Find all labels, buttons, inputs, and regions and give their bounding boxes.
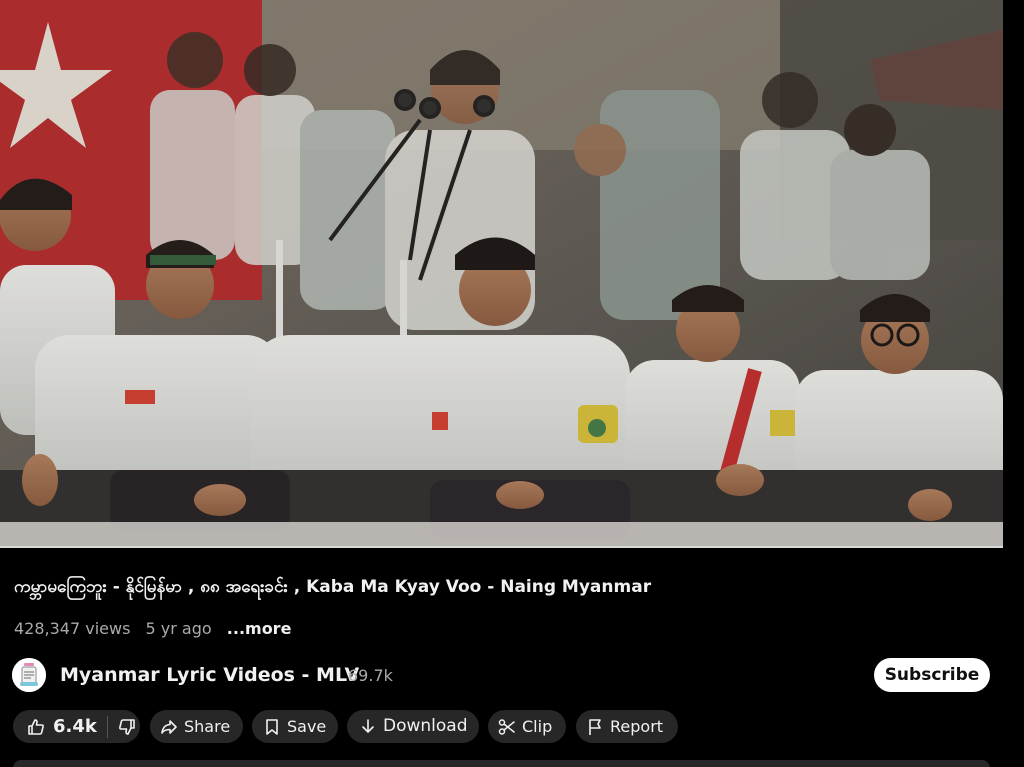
download-button[interactable]: Download bbox=[347, 710, 479, 743]
clip-label: Clip bbox=[522, 717, 553, 736]
channel-name[interactable]: Myanmar Lyric Videos - MLV bbox=[60, 663, 359, 687]
more-link[interactable]: ...more bbox=[227, 619, 292, 638]
like-divider bbox=[106, 715, 108, 738]
video-frame-image bbox=[0, 0, 1003, 546]
video-meta: 428,347 views 5 yr ago ...more bbox=[14, 618, 301, 640]
download-arrow-icon bbox=[359, 718, 377, 736]
channel-avatar[interactable] bbox=[12, 658, 46, 692]
subscriber-count: 69.7k bbox=[348, 666, 393, 685]
share-label: Share bbox=[184, 717, 231, 736]
subscribe-button[interactable]: Subscribe bbox=[874, 658, 990, 692]
video-watch-page: ကမ္ဘာမကြေဘူး - နိုင်မြန်မာ , ၈၈ အရေးခင်း… bbox=[0, 0, 1024, 767]
share-button[interactable]: Share bbox=[150, 710, 243, 743]
thumbs-down-icon[interactable] bbox=[118, 718, 136, 736]
scissors-icon bbox=[498, 718, 516, 736]
bookmark-icon bbox=[263, 718, 281, 736]
share-arrow-icon bbox=[160, 718, 178, 736]
clip-button[interactable]: Clip bbox=[488, 710, 566, 743]
download-label: Download bbox=[383, 716, 468, 736]
video-player[interactable] bbox=[0, 0, 1003, 546]
like-dislike-group: 6.4k bbox=[13, 710, 140, 743]
description-panel-edge[interactable] bbox=[13, 760, 990, 767]
video-progress-track[interactable] bbox=[0, 546, 1003, 548]
upload-age: 5 yr ago bbox=[145, 619, 212, 638]
save-button[interactable]: Save bbox=[252, 710, 338, 743]
video-title: ကမ္ဘာမကြေဘူး - နိုင်မြန်မာ , ၈၈ အရေးခင်း… bbox=[14, 577, 652, 597]
like-count[interactable]: 6.4k bbox=[53, 710, 97, 743]
view-count: 428,347 views bbox=[14, 619, 131, 638]
mlv-logo-icon bbox=[12, 658, 46, 692]
thumbs-up-icon[interactable] bbox=[27, 718, 45, 736]
report-label: Report bbox=[610, 717, 664, 736]
flag-icon bbox=[586, 718, 604, 736]
report-button[interactable]: Report bbox=[576, 710, 678, 743]
page-scrollbar[interactable] bbox=[1003, 0, 1024, 767]
save-label: Save bbox=[287, 717, 327, 736]
